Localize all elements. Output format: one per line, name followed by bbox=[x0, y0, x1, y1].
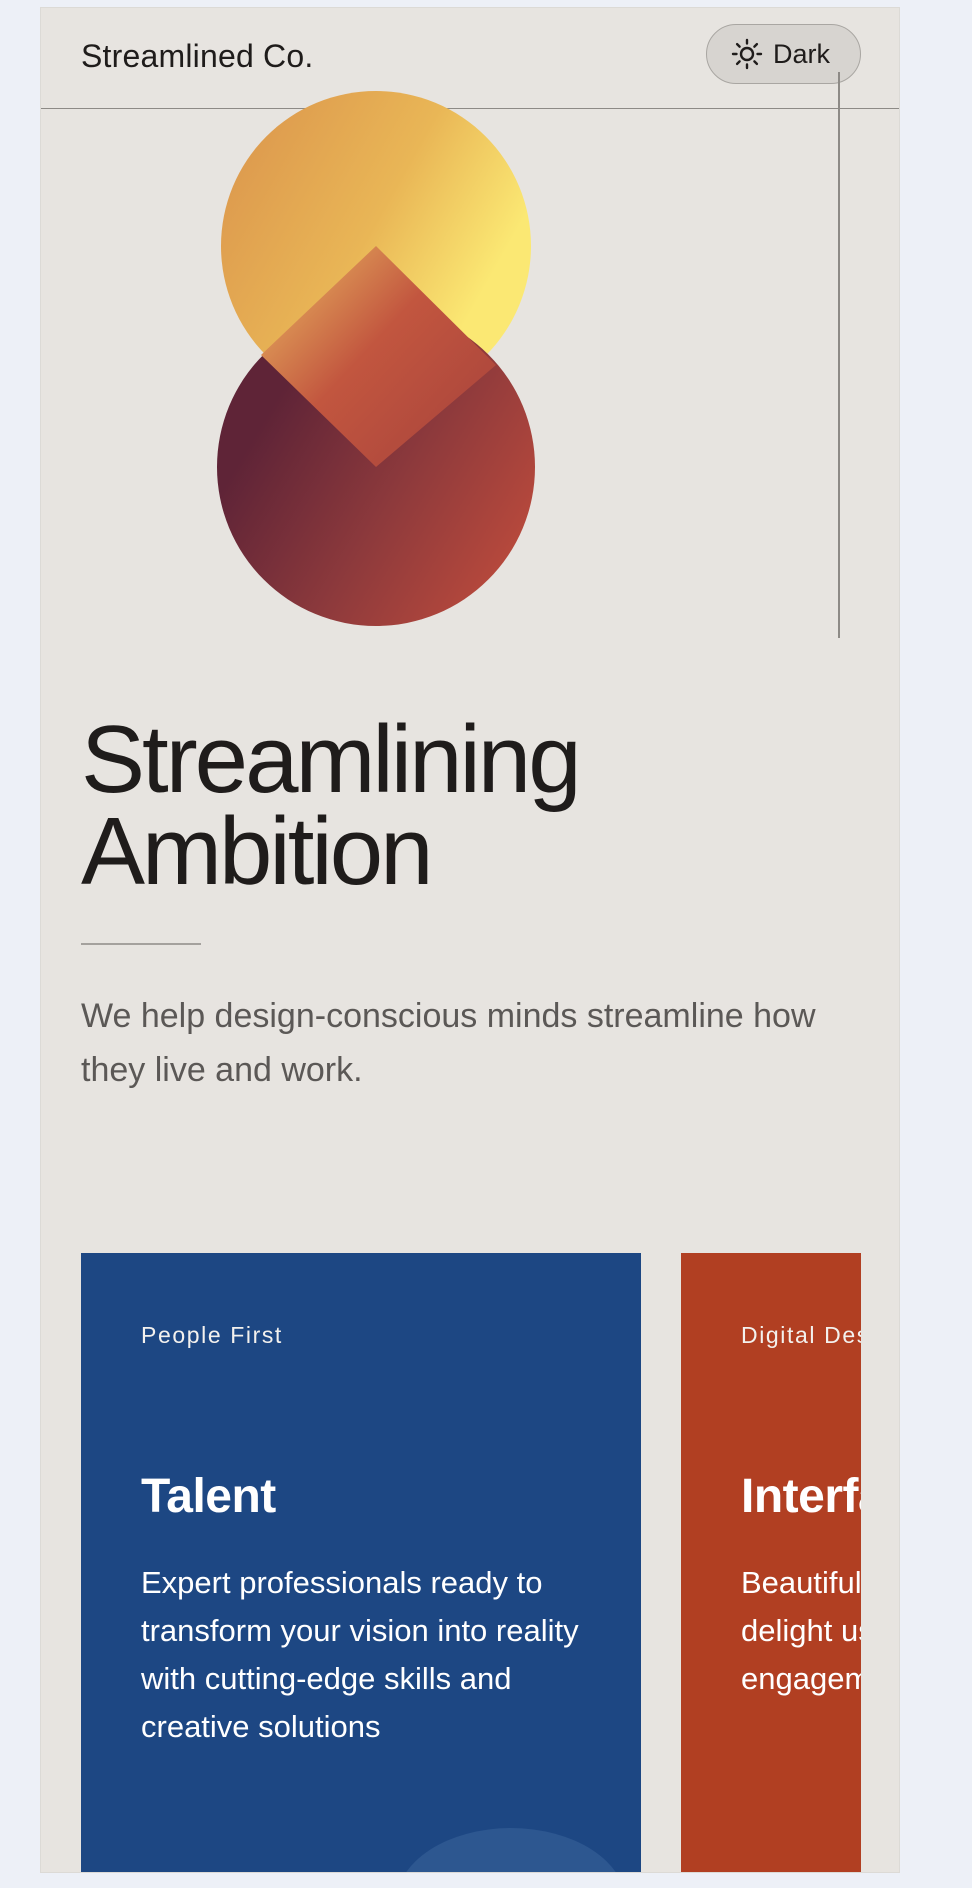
title-divider bbox=[81, 943, 201, 945]
theme-toggle-label: Dark bbox=[773, 38, 831, 69]
hero-title: Streamlining Ambition bbox=[81, 706, 582, 905]
card-title: Interfaces bbox=[741, 1470, 861, 1523]
feature-carousel[interactable]: People First Talent Expert professionals… bbox=[81, 1253, 861, 1872]
brand-name[interactable]: Streamlined Co. bbox=[81, 38, 313, 75]
feature-card-interfaces[interactable]: Digital Design Interfaces Beautiful digi… bbox=[681, 1253, 861, 1872]
gradient-s-logo bbox=[217, 91, 535, 626]
hero-tagline: We help design-conscious minds streamlin… bbox=[81, 997, 816, 1089]
card-description: Expert professionals ready to transform … bbox=[141, 1565, 579, 1744]
hero-title-line-1: Streamlining bbox=[81, 706, 582, 813]
feature-card-talent[interactable]: People First Talent Expert professionals… bbox=[81, 1253, 641, 1872]
card-eyebrow: People First bbox=[141, 1322, 283, 1348]
sun-icon bbox=[731, 38, 763, 70]
card-decoration bbox=[396, 1828, 626, 1872]
hero-title-line-2: Ambition bbox=[81, 798, 433, 905]
vertical-divider bbox=[838, 72, 840, 638]
card-title: Talent bbox=[141, 1470, 276, 1523]
card-description: Beautiful digital experiences that delig… bbox=[741, 1565, 861, 1696]
card-eyebrow: Digital Design bbox=[741, 1322, 861, 1348]
page: Streamlined Co. Dark Streamlining Ambiti… bbox=[40, 7, 900, 1873]
